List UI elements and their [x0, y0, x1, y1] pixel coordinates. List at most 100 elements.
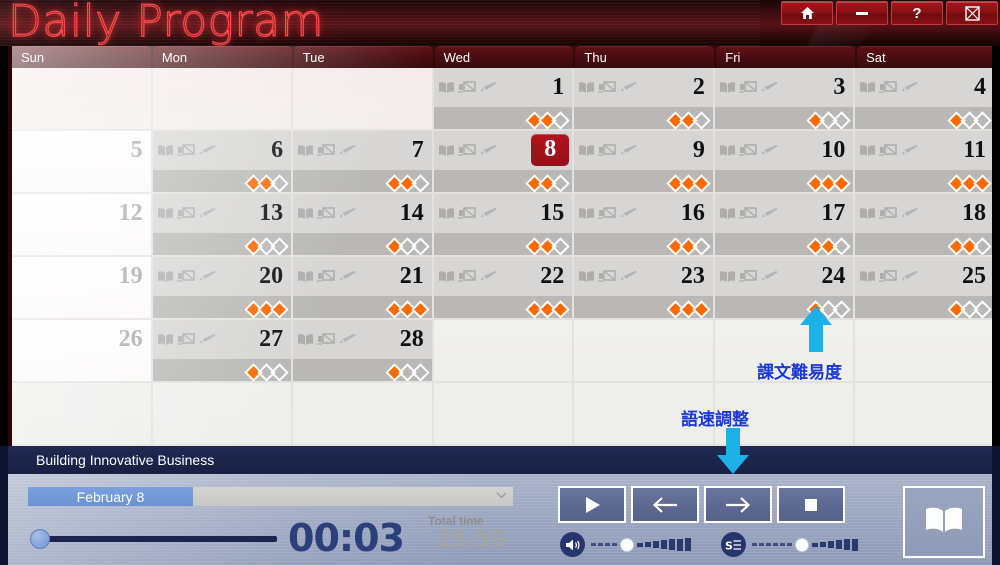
calendar-week-row: [12, 383, 992, 446]
calendar-cell-empty: [433, 383, 575, 446]
slider-step[interactable]: [780, 543, 785, 546]
slider-step[interactable]: [637, 542, 643, 547]
calendar-cell-10[interactable]: 10: [714, 131, 856, 194]
calendar-cell-14[interactable]: 14: [293, 194, 434, 257]
calendar-cell-12[interactable]: 12: [12, 194, 153, 257]
slider-step[interactable]: [685, 538, 691, 551]
difficulty-bar[interactable]: [855, 107, 992, 129]
slider-step[interactable]: [852, 538, 858, 551]
difficulty-bar[interactable]: [293, 233, 432, 255]
book-button[interactable]: [903, 486, 985, 558]
difficulty-bar[interactable]: [574, 107, 713, 129]
difficulty-bar[interactable]: [714, 107, 854, 129]
slider-step[interactable]: [759, 543, 764, 546]
seek-knob[interactable]: [30, 529, 50, 549]
difficulty-bar[interactable]: [855, 233, 992, 255]
next-button[interactable]: [704, 486, 772, 523]
home-button[interactable]: [781, 1, 833, 25]
slider-step[interactable]: [591, 543, 596, 546]
slider-step[interactable]: [661, 540, 667, 549]
day-number: 10: [821, 137, 846, 163]
difficulty-bar[interactable]: [574, 296, 713, 318]
difficulty-bar[interactable]: [855, 170, 992, 192]
difficulty-bar[interactable]: [152, 296, 292, 318]
slider-step[interactable]: [836, 540, 842, 549]
stop-button[interactable]: [777, 486, 845, 523]
difficulty-bar[interactable]: [433, 233, 573, 255]
difficulty-bar[interactable]: [855, 296, 992, 318]
difficulty-bar[interactable]: [574, 233, 713, 255]
calendar-cell-4[interactable]: 4: [855, 68, 992, 131]
close-button[interactable]: [946, 1, 998, 25]
difficulty-bar[interactable]: [433, 107, 573, 129]
difficulty-bar[interactable]: [152, 233, 292, 255]
difficulty-diamond: [692, 300, 707, 315]
volume-steps[interactable]: [591, 537, 691, 552]
calendar-cell-27[interactable]: 27: [152, 320, 294, 383]
slider-step[interactable]: [653, 540, 659, 549]
lesson-select[interactable]: February 8: [28, 487, 513, 506]
cell-icons: [297, 206, 357, 220]
slider-step[interactable]: [677, 538, 683, 551]
calendar-cell-17[interactable]: 17: [714, 194, 856, 257]
calendar-cell-6[interactable]: 6: [152, 131, 294, 194]
speed-steps[interactable]: [752, 537, 858, 552]
slider-step[interactable]: [773, 543, 778, 546]
pencil-icon: [619, 270, 638, 283]
difficulty-bar[interactable]: [152, 170, 292, 192]
slider-step[interactable]: [844, 539, 850, 550]
difficulty-bar[interactable]: [293, 170, 432, 192]
speed-slider[interactable]: S: [721, 532, 858, 557]
calendar-cell-21[interactable]: 21: [293, 257, 434, 320]
slider-step[interactable]: [605, 543, 610, 546]
calendar-cell-26[interactable]: 26: [12, 320, 153, 383]
help-button[interactable]: ?: [891, 1, 943, 25]
calendar-cell-5[interactable]: 5: [12, 131, 153, 194]
calendar-cell-19[interactable]: 19: [12, 257, 153, 320]
difficulty-bar[interactable]: [293, 296, 432, 318]
calendar-cell-13[interactable]: 13: [152, 194, 294, 257]
slider-step[interactable]: [612, 543, 617, 546]
slider-step[interactable]: [812, 542, 818, 547]
volume-slider[interactable]: [560, 532, 691, 557]
calendar-cell-1[interactable]: 1: [433, 68, 575, 131]
calendar-cell-8[interactable]: 8: [433, 131, 575, 194]
calendar-cell-18[interactable]: 18: [855, 194, 992, 257]
calendar-cell-22[interactable]: 22: [433, 257, 575, 320]
slider-step[interactable]: [766, 543, 771, 546]
calendar-cell-16[interactable]: 16: [574, 194, 715, 257]
slider-step[interactable]: [752, 543, 757, 546]
book-icon: [438, 207, 455, 220]
calendar-week-row: 1 2 3 4: [12, 68, 992, 131]
difficulty-bar[interactable]: [433, 296, 573, 318]
calendar-cell-15[interactable]: 15: [433, 194, 575, 257]
calendar-cell-11[interactable]: 11: [855, 131, 992, 194]
slider-step[interactable]: [820, 541, 826, 548]
slider-step[interactable]: [598, 543, 603, 546]
difficulty-bar[interactable]: [433, 170, 573, 192]
difficulty-bar[interactable]: [714, 233, 854, 255]
calendar-cell-3[interactable]: 3: [714, 68, 856, 131]
previous-button[interactable]: [631, 486, 699, 523]
slider-step[interactable]: [828, 540, 834, 549]
seek-slider[interactable]: [30, 524, 280, 554]
calendar-cell-25[interactable]: 25: [855, 257, 992, 320]
difficulty-bar[interactable]: [152, 359, 292, 381]
calendar-cell-28[interactable]: 28: [293, 320, 434, 383]
slider-step[interactable]: [669, 539, 675, 550]
play-button[interactable]: [558, 486, 626, 523]
difficulty-bar[interactable]: [293, 359, 432, 381]
difficulty-bar[interactable]: [574, 170, 713, 192]
calendar-cell-7[interactable]: 7: [293, 131, 434, 194]
slider-knob[interactable]: [795, 537, 809, 552]
slider-step[interactable]: [645, 541, 651, 548]
slider-step[interactable]: [787, 543, 792, 546]
minimize-button[interactable]: [836, 1, 888, 25]
difficulty-bar[interactable]: [714, 170, 854, 192]
slider-knob[interactable]: [620, 537, 634, 552]
calendar-cell-9[interactable]: 9: [574, 131, 715, 194]
calendar-cell-23[interactable]: 23: [574, 257, 715, 320]
calendar-cell-20[interactable]: 20: [152, 257, 294, 320]
cell-icons: [438, 206, 498, 220]
calendar-cell-2[interactable]: 2: [574, 68, 715, 131]
